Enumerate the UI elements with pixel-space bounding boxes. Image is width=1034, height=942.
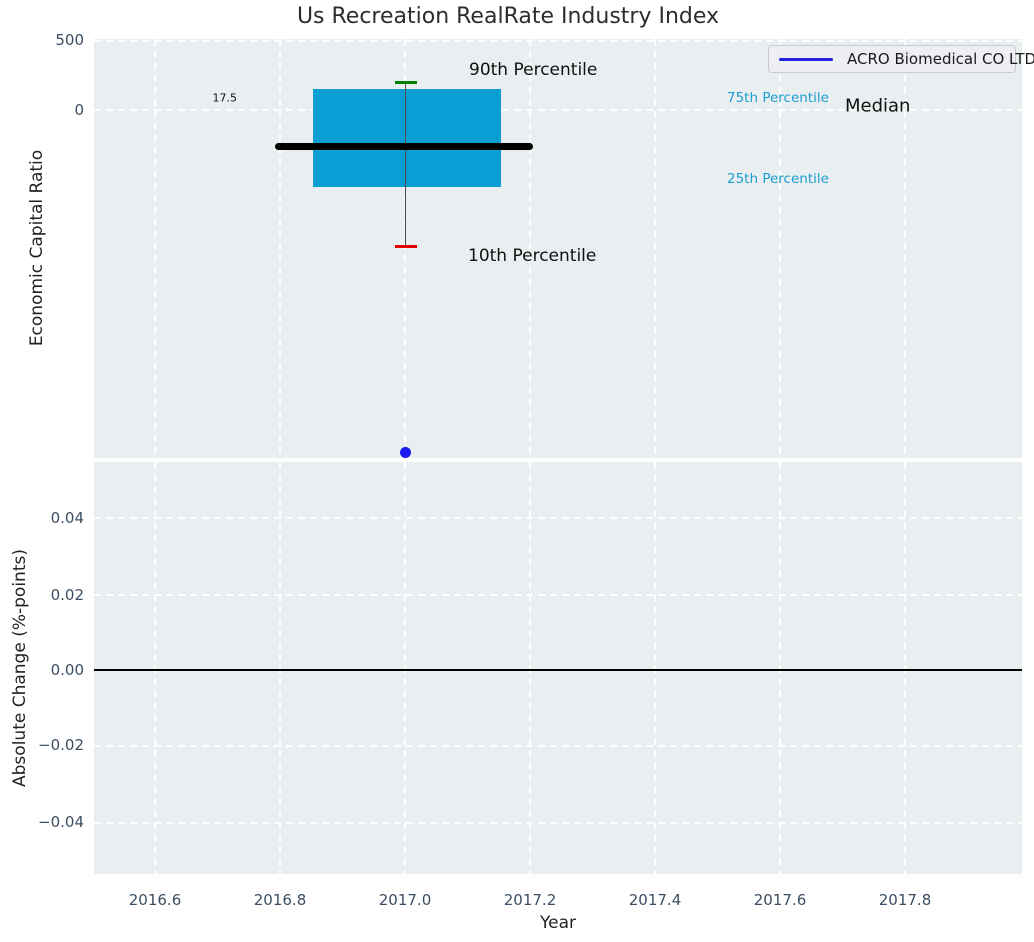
xtick: 2017.8 — [878, 891, 932, 909]
x-axis-label: Year — [540, 913, 576, 933]
bottom-plot-area — [94, 462, 1022, 874]
label-75th-percentile: 75th Percentile — [727, 90, 829, 106]
label-90th-percentile: 90th Percentile — [469, 60, 598, 80]
p10-whisker-cap — [395, 245, 417, 248]
label-median: Median — [845, 95, 911, 117]
gridline-vertical — [279, 39, 281, 458]
gridline-horizontal — [94, 594, 1022, 596]
bottom-y-axis-label: Absolute Change (%-points) — [10, 549, 30, 787]
chart-title: Us Recreation RealRate Industry Index — [296, 4, 720, 29]
ytick-bottom: −0.02 — [38, 736, 84, 754]
gridline-vertical — [404, 462, 406, 874]
gridline-horizontal — [94, 517, 1022, 519]
ytick-top: 500 — [55, 31, 84, 49]
gridline-horizontal — [94, 822, 1022, 824]
ytick-bottom: 0.02 — [50, 586, 84, 604]
gridline-horizontal — [94, 40, 1022, 42]
top-plot-area: 90th Percentile 10th Percentile 75th Per… — [94, 39, 1034, 458]
gridline-vertical — [904, 462, 906, 874]
xtick: 2016.6 — [128, 891, 182, 909]
xtick: 2016.8 — [253, 891, 307, 909]
chart-figure: Us Recreation RealRate Industry Index 90… — [0, 0, 1034, 942]
legend-line-swatch — [779, 57, 833, 61]
label-median-value: 17.5 — [212, 91, 238, 105]
gridline-vertical — [279, 462, 281, 874]
box-iqr — [313, 89, 501, 187]
label-10th-percentile: 10th Percentile — [468, 246, 597, 266]
xtick: 2017.2 — [503, 891, 557, 909]
gridline-vertical — [154, 39, 156, 458]
xtick: 2017.6 — [753, 891, 807, 909]
ytick-bottom: 0.04 — [50, 509, 84, 527]
zero-reference-line — [94, 669, 1022, 671]
gridline-vertical — [154, 462, 156, 874]
gridline-vertical — [654, 39, 656, 458]
gridline-vertical — [779, 462, 781, 874]
ytick-top: 0 — [74, 101, 84, 119]
gridline-vertical — [654, 462, 656, 874]
xtick: 2017.4 — [628, 891, 682, 909]
xtick: 2017.0 — [378, 891, 432, 909]
top-y-axis-label: Economic Capital Ratio — [27, 149, 47, 347]
acro-data-point — [400, 447, 411, 458]
ytick-bottom: 0.00 — [50, 661, 84, 679]
ytick-bottom: −0.04 — [38, 813, 84, 831]
median-line — [275, 143, 533, 150]
label-25th-percentile: 25th Percentile — [727, 171, 829, 187]
p90-whisker-cap — [395, 81, 417, 84]
gridline-vertical — [529, 462, 531, 874]
gridline-horizontal — [94, 745, 1022, 747]
legend-box: ACRO Biomedical CO LTD — [768, 45, 1034, 73]
whisker-line — [405, 83, 407, 247]
legend-series-label: ACRO Biomedical CO LTD — [847, 50, 1034, 68]
